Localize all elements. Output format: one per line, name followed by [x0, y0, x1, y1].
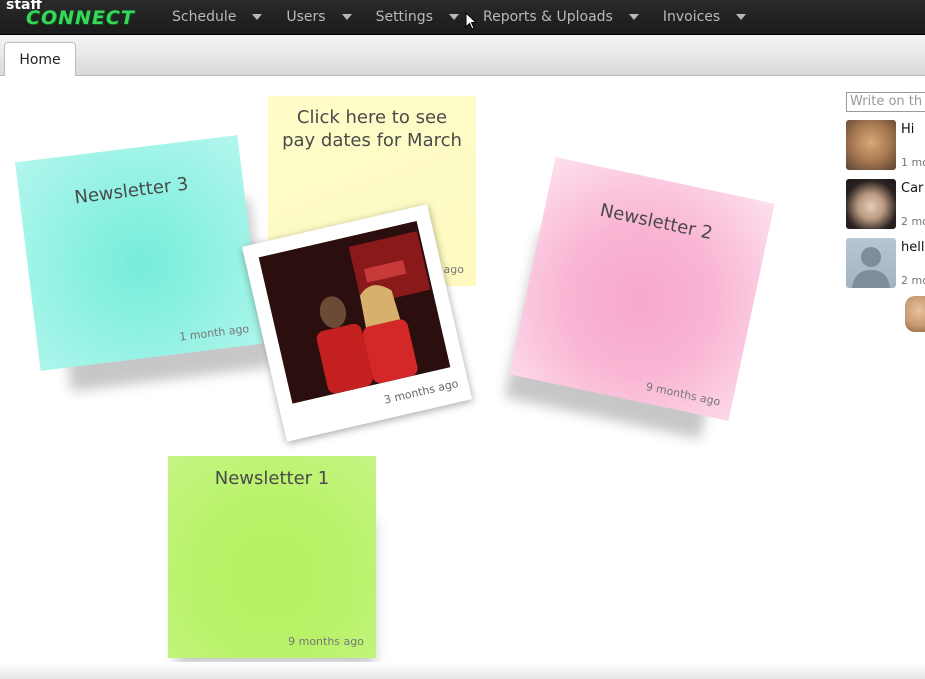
wall-post-input[interactable]: Write on th [846, 92, 925, 112]
wall-post-time: 1 mo [901, 156, 925, 169]
chevron-down-icon [448, 14, 459, 20]
tab-home[interactable]: Home [4, 42, 76, 76]
event-photo [258, 220, 451, 404]
nav-settings-label: Settings [375, 9, 433, 25]
sticky-note-newsletter-3[interactable]: Newsletter 3 1 month ago [15, 135, 263, 371]
nav-users-label: Users [286, 9, 326, 25]
wall-post[interactable]: Hi 1 mo [846, 120, 925, 172]
wall-post[interactable]: Car 2 mo [846, 179, 925, 231]
chevron-down-icon [628, 14, 639, 20]
note-timestamp: 9 months ago [288, 635, 364, 648]
chevron-down-icon [252, 14, 263, 20]
note-timestamp: 1 month ago [178, 322, 250, 344]
footer-fade [0, 662, 925, 679]
avatar [846, 238, 896, 288]
note-timestamp: 9 months ago [644, 380, 722, 409]
photo-people-image [258, 220, 451, 404]
chevron-down-icon [341, 14, 352, 20]
staffconnect-logo[interactable]: staff CONNECT [6, 0, 151, 33]
sticky-note-newsletter-1[interactable]: Newsletter 1 9 months ago [168, 456, 376, 658]
nav-schedule-label: Schedule [172, 9, 237, 25]
avatar [905, 296, 925, 332]
sticky-note-newsletter-2[interactable]: Newsletter 2 9 months ago [509, 157, 775, 421]
nav-reports-uploads[interactable]: Reports & Uploads [471, 0, 651, 34]
avatar [846, 120, 896, 170]
photo-timestamp: 3 months ago [382, 376, 460, 407]
mouse-cursor-icon [465, 12, 477, 30]
logo-connect-text: CONNECT [26, 7, 135, 29]
wall-post[interactable]: hell 2 mo [846, 238, 925, 290]
main-menu: Schedule Users Settings Reports & Upload… [160, 0, 758, 34]
nav-invoices[interactable]: Invoices [651, 0, 758, 34]
note-title: Newsletter 2 [598, 199, 715, 245]
nav-invoices-label: Invoices [662, 9, 721, 25]
nav-schedule[interactable]: Schedule [160, 0, 274, 34]
wall-post-time: 2 mo [901, 274, 925, 287]
nav-settings[interactable]: Settings [364, 0, 471, 34]
top-navbar: staff CONNECT Schedule Users Settings Re… [0, 0, 925, 35]
default-user-icon [852, 247, 890, 288]
chevron-down-icon [736, 14, 747, 20]
note-title: Newsletter 3 [73, 173, 190, 209]
nav-reports-uploads-label: Reports & Uploads [482, 9, 613, 25]
avatar [846, 179, 896, 229]
wall-post-time: 2 mo [901, 215, 925, 228]
wall-post-text: Car [901, 181, 924, 196]
note-title: Click here to see pay dates for March [282, 107, 462, 151]
nav-users[interactable]: Users [274, 0, 363, 34]
wall-post-text: hell [901, 240, 925, 255]
tab-bar: Home [0, 35, 925, 76]
wall-post-text: Hi [901, 122, 915, 137]
note-title: Newsletter 1 [214, 468, 330, 489]
